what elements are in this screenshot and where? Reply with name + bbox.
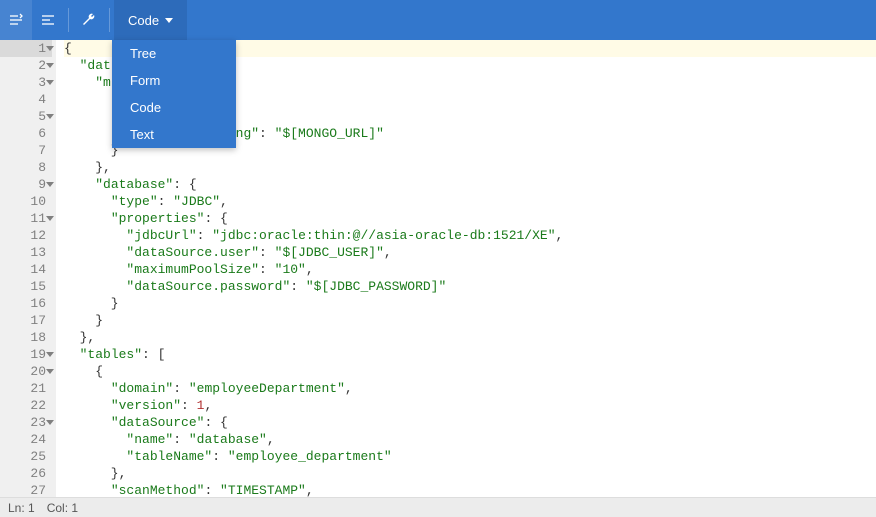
code-line[interactable]: "tables": [ <box>64 346 876 363</box>
line-number: 24 <box>0 431 52 448</box>
fold-toggle-icon[interactable] <box>46 80 54 85</box>
line-number: 22 <box>0 397 52 414</box>
collapse-icon <box>40 12 56 28</box>
code-line[interactable]: "scanMethod": "TIMESTAMP", <box>64 482 876 497</box>
line-number: 15 <box>0 278 52 295</box>
line-number: 11 <box>0 210 52 227</box>
fold-toggle-icon[interactable] <box>46 46 54 51</box>
line-number-gutter: 1234567891011121314151617181920212223242… <box>0 40 56 497</box>
line-number: 4 <box>0 91 52 108</box>
dropdown-item-form[interactable]: Form <box>112 67 236 94</box>
line-number: 8 <box>0 159 52 176</box>
status-col: Col: 1 <box>47 501 78 515</box>
code-line[interactable]: "type": "JDBC", <box>64 193 876 210</box>
fold-toggle-icon[interactable] <box>46 114 54 119</box>
line-number: 12 <box>0 227 52 244</box>
collapse-all-button[interactable] <box>32 0 64 40</box>
line-number: 25 <box>0 448 52 465</box>
code-line[interactable]: "version": 1, <box>64 397 876 414</box>
code-line[interactable]: }, <box>64 159 876 176</box>
code-line[interactable]: "dataSource.password": "$[JDBC_PASSWORD]… <box>64 278 876 295</box>
code-line[interactable]: }, <box>64 329 876 346</box>
code-line[interactable]: } <box>64 295 876 312</box>
code-line[interactable]: "domain": "employeeDepartment", <box>64 380 876 397</box>
code-line[interactable]: "jdbcUrl": "jdbc:oracle:thin:@//asia-ora… <box>64 227 876 244</box>
line-number: 14 <box>0 261 52 278</box>
code-line[interactable]: "database": { <box>64 176 876 193</box>
chevron-down-icon <box>165 18 173 23</box>
fold-toggle-icon[interactable] <box>46 182 54 187</box>
view-mode-dropdown: Tree Form Code Text <box>112 40 236 148</box>
line-number: 3 <box>0 74 52 91</box>
code-line[interactable]: "dataSource": { <box>64 414 876 431</box>
dropdown-item-text[interactable]: Text <box>112 121 236 148</box>
line-number: 5 <box>0 108 52 125</box>
line-number: 17 <box>0 312 52 329</box>
fold-toggle-icon[interactable] <box>46 420 54 425</box>
expand-all-button[interactable] <box>0 0 32 40</box>
dropdown-item-code[interactable]: Code <box>112 94 236 121</box>
code-line[interactable]: "name": "database", <box>64 431 876 448</box>
code-line[interactable]: "properties": { <box>64 210 876 227</box>
view-mode-dropdown-button[interactable]: Code <box>114 0 187 40</box>
status-bar: Ln: 1 Col: 1 <box>0 497 876 517</box>
code-line[interactable]: "dataSource.user": "$[JDBC_USER]", <box>64 244 876 261</box>
dropdown-item-tree[interactable]: Tree <box>112 40 236 67</box>
code-line[interactable]: "maximumPoolSize": "10", <box>64 261 876 278</box>
settings-button[interactable] <box>73 0 105 40</box>
line-number: 18 <box>0 329 52 346</box>
fold-toggle-icon[interactable] <box>46 216 54 221</box>
line-number: 19 <box>0 346 52 363</box>
line-number: 2 <box>0 57 52 74</box>
fold-toggle-icon[interactable] <box>46 352 54 357</box>
code-line[interactable]: }, <box>64 465 876 482</box>
fold-toggle-icon[interactable] <box>46 63 54 68</box>
line-number: 1 <box>0 40 52 57</box>
line-number: 20 <box>0 363 52 380</box>
view-mode-label: Code <box>128 13 159 28</box>
line-number: 10 <box>0 193 52 210</box>
code-line[interactable]: "tableName": "employee_department" <box>64 448 876 465</box>
code-line[interactable]: { <box>64 363 876 380</box>
wrench-icon <box>81 12 97 28</box>
line-number: 26 <box>0 465 52 482</box>
line-number: 23 <box>0 414 52 431</box>
line-number: 16 <box>0 295 52 312</box>
line-number: 7 <box>0 142 52 159</box>
expand-icon <box>8 12 24 28</box>
toolbar: Code Tree Form Code Text <box>0 0 876 40</box>
status-line: Ln: 1 <box>8 501 35 515</box>
line-number: 6 <box>0 125 52 142</box>
code-line[interactable]: } <box>64 312 876 329</box>
toolbar-divider <box>68 8 69 32</box>
toolbar-divider <box>109 8 110 32</box>
fold-toggle-icon[interactable] <box>46 369 54 374</box>
line-number: 9 <box>0 176 52 193</box>
line-number: 21 <box>0 380 52 397</box>
line-number: 13 <box>0 244 52 261</box>
line-number: 27 <box>0 482 52 497</box>
